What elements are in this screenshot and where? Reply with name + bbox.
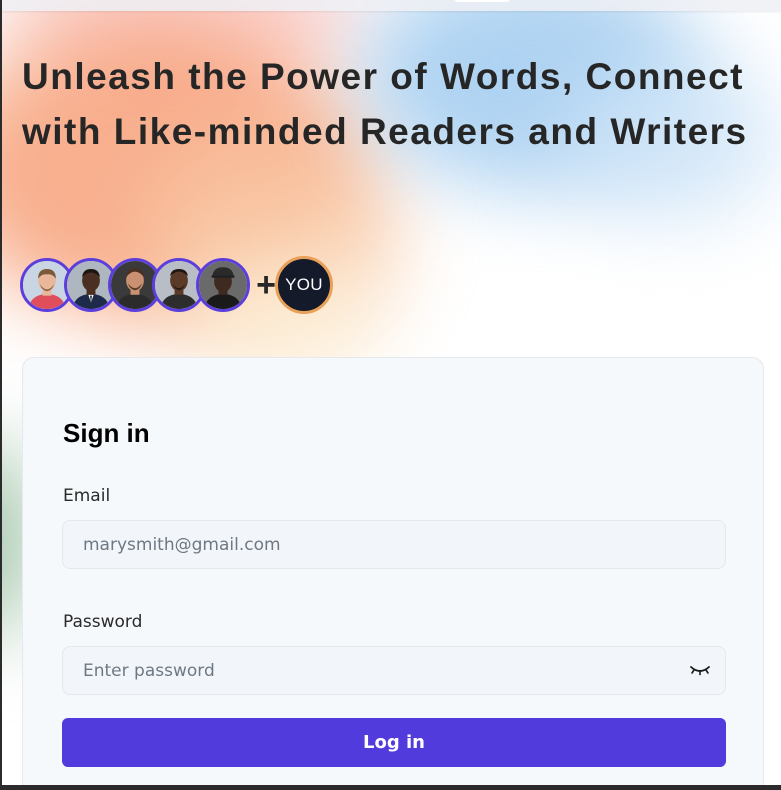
member-avatar-5 [196,258,250,312]
signin-card: Sign in Email Password Log in [22,357,764,790]
window-bottom-edge [2,785,781,790]
eye-closed-icon[interactable] [688,660,712,680]
signin-title: Sign in [63,418,150,448]
password-label: Password [63,612,143,632]
hero-headline: Unleash the Power of Words, Connect with… [22,56,748,152]
community-avatars: + YOU [20,255,333,315]
email-label: Email [63,486,111,506]
top-bar-tab [454,0,510,2]
top-bar [2,0,781,11]
password-field[interactable] [62,646,726,695]
person-avatar-icon [199,261,247,309]
signin-page: Unleash the Power of Words, Connect with… [0,0,781,790]
email-field[interactable] [62,520,726,569]
login-button[interactable]: Log in [62,718,726,767]
you-badge: YOU [275,256,333,314]
